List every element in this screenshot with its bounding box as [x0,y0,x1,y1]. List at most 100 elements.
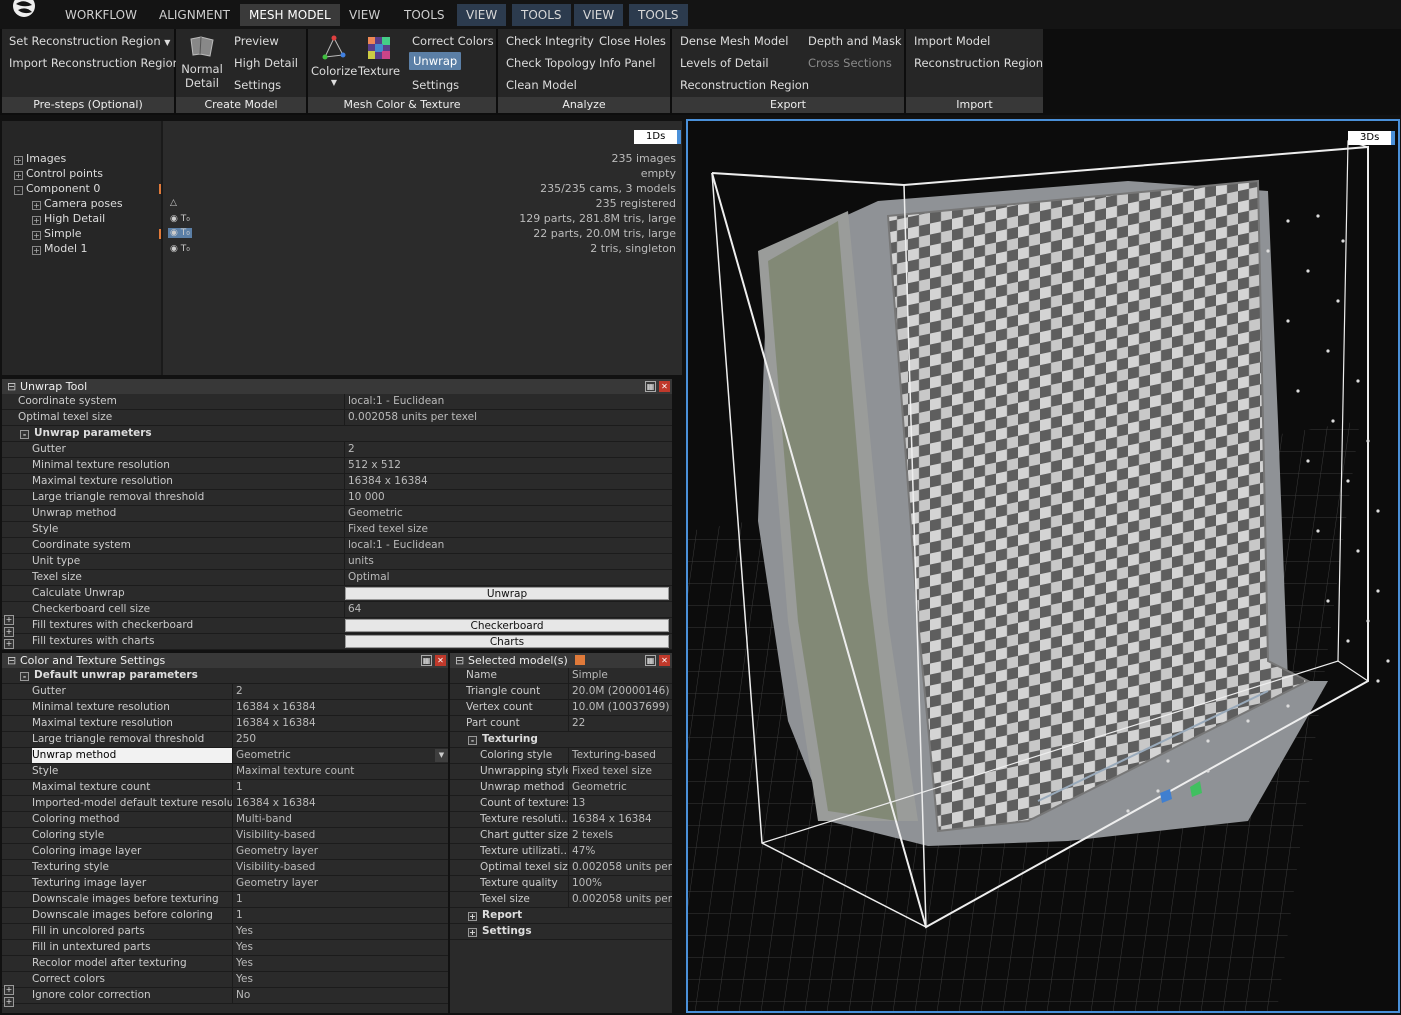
levels-of-detail-button[interactable]: Levels of Detail [680,56,769,70]
property-section[interactable]: - Default unwrap parameters [2,668,448,684]
normal-detail-button[interactable]: Normal Detail [180,35,224,90]
property-row[interactable]: Correct colors Yes [2,972,448,988]
property-value[interactable]: Yes [232,972,448,987]
property-row[interactable]: Fill textures with checkerboard Checkerbo… [2,618,672,634]
property-row[interactable]: Unwrapping style Fixed texel size [450,764,672,780]
tab-tools[interactable]: TOOLS [395,4,454,26]
expand-icon[interactable]: + [4,639,14,649]
tab-view-3ds[interactable]: VIEW [574,4,624,26]
tab-tools-3ds[interactable]: TOOLS [629,4,688,26]
property-value[interactable]: 47% [568,844,672,859]
import-model-button[interactable]: Import Model [914,34,990,48]
collapse-icon[interactable]: ⊟ [7,379,16,394]
property-row[interactable]: Optimal texel size0.002058 units per t..… [450,860,672,876]
property-row[interactable]: Imported-model default texture resolutio… [2,796,448,812]
close-icon[interactable]: ✕ [659,655,670,666]
property-row[interactable]: Coloring image layer Geometry layer [2,844,448,860]
tree-item[interactable]: - Component 0 [14,182,100,195]
clean-model-button[interactable]: Clean Model [506,78,577,92]
property-row[interactable]: Calculate Unwrap Unwrap [2,586,672,602]
property-row[interactable]: Unwrap method Geometric [2,506,672,522]
property-row[interactable]: Maximal texture resolution 16384 x 16384 [2,716,448,732]
close-icon[interactable]: ✕ [659,381,670,392]
tree-item[interactable]: + Simple [32,227,82,240]
property-value[interactable]: 16384 x 16384 [232,700,448,715]
import-reconstruction-region-button[interactable]: Import Reconstruction Region [9,56,180,70]
property-row[interactable]: Part count 22 [450,716,672,732]
property-value[interactable]: Geometry layer [232,844,448,859]
tab-alignment[interactable]: ALIGNMENT [150,4,239,26]
tree-item[interactable]: + Camera poses [32,197,123,210]
property-value[interactable]: 2 [232,684,448,699]
tab-view[interactable]: VIEW [340,4,389,26]
property-value[interactable]: Fixed texel size [344,522,672,537]
property-section[interactable]: + Settings [450,924,672,940]
colorize-button[interactable]: Colorize ▼ [311,35,357,87]
depth-and-mask-button[interactable]: Depth and Mask [808,34,902,48]
property-row[interactable]: Unwrap method Geometric [450,780,672,796]
property-value[interactable]: Multi-band [232,812,448,827]
property-value[interactable]: 64 [344,602,672,617]
property-row[interactable]: Coordinate system local:1 - Euclidean [2,538,672,554]
property-row[interactable]: Coloring style Texturing-based [450,748,672,764]
property-row[interactable]: Coloring method Multi-band [2,812,448,828]
expand-icon[interactable]: + [468,928,477,937]
tab-tools-1ds[interactable]: TOOLS [512,4,571,26]
property-value[interactable]: Optimal [344,570,672,585]
property-row[interactable]: Triangle count 20.0M (20000146) [450,684,672,700]
tab-mesh-model[interactable]: MESH MODEL [240,4,340,26]
property-row[interactable]: Style Maximal texture count [2,764,448,780]
texture-button[interactable]: Texture [358,35,400,78]
property-value[interactable]: Geometric [568,780,672,795]
property-row[interactable]: Style Fixed texel size [2,522,672,538]
collapse-icon[interactable]: - [20,430,29,439]
color-settings-button[interactable]: Settings [412,78,459,92]
check-integrity-button[interactable]: Check Integrity [506,34,594,48]
expand-icon[interactable]: + [4,627,14,637]
layout-icon[interactable]: ▦ [645,381,656,392]
eye-icon[interactable]: ◉ T₀ [168,228,192,238]
tree-item[interactable]: + Images [14,152,66,165]
property-value[interactable]: 16384 x 16384 [344,474,672,489]
property-row[interactable]: Gutter 2 [2,684,448,700]
property-row[interactable]: Texture resoluti... 16384 x 16384 [450,812,672,828]
import-region-button[interactable]: Reconstruction Region [914,56,1043,70]
collapse-icon[interactable]: - [468,736,477,745]
layout-icon[interactable]: ▦ [645,655,656,666]
property-value[interactable]: 22 [568,716,672,731]
tree-item[interactable]: + High Detail [32,212,105,225]
property-row[interactable]: Texturing style Visibility-based [2,860,448,876]
property-row[interactable]: Coordinate system local:1 - Euclidean [2,394,672,410]
dropdown-arrow-icon[interactable]: ▼ [435,749,448,762]
property-value[interactable]: 1 [232,892,448,907]
eye-icon[interactable]: ◉ T₀ [170,244,190,254]
expand-icon[interactable]: + [32,231,41,240]
charts-button[interactable]: Charts [345,635,669,648]
property-value[interactable]: local:1 - Euclidean [344,394,672,409]
check-topology-button[interactable]: Check Topology [506,56,596,70]
property-value[interactable]: 0.002058 units per t... [568,892,672,907]
property-row[interactable]: Ignore color correction No [2,988,448,1004]
property-row[interactable]: Large triangle removal threshold 10 000 [2,490,672,506]
set-reconstruction-region-button[interactable]: Set Reconstruction Region ▼ [9,34,170,48]
collapse-icon[interactable]: ⊟ [7,653,16,668]
tree-item[interactable]: + Model 1 [32,242,88,255]
close-holes-button[interactable]: Close Holes [599,34,666,48]
property-row[interactable]: Unwrap method Geometric ▼ [2,748,448,764]
create-settings-button[interactable]: Settings [234,78,281,92]
expand-icon[interactable]: + [4,997,14,1007]
info-panel-button[interactable]: Info Panel [599,56,655,70]
property-row[interactable]: Minimal texture resolution 16384 x 16384 [2,700,448,716]
property-row[interactable]: Unit type units [2,554,672,570]
property-value[interactable]: 100% [568,876,672,891]
eye-icon[interactable]: ◉ T₀ [170,214,190,224]
property-value[interactable]: 16384 x 16384 [232,796,448,811]
export-reconstruction-region-button[interactable]: Reconstruction Region [680,78,809,92]
property-value[interactable]: 10.0M (10037699) [568,700,672,715]
property-value[interactable]: 0.002058 units per texel [344,410,672,425]
expand-icon[interactable]: + [14,156,23,165]
unwrap-button[interactable]: Unwrap [345,587,669,600]
expand-icon[interactable]: + [4,615,14,625]
property-row[interactable]: Optimal texel size 0.002058 units per tex… [2,410,672,426]
property-value[interactable]: 10 000 [344,490,672,505]
